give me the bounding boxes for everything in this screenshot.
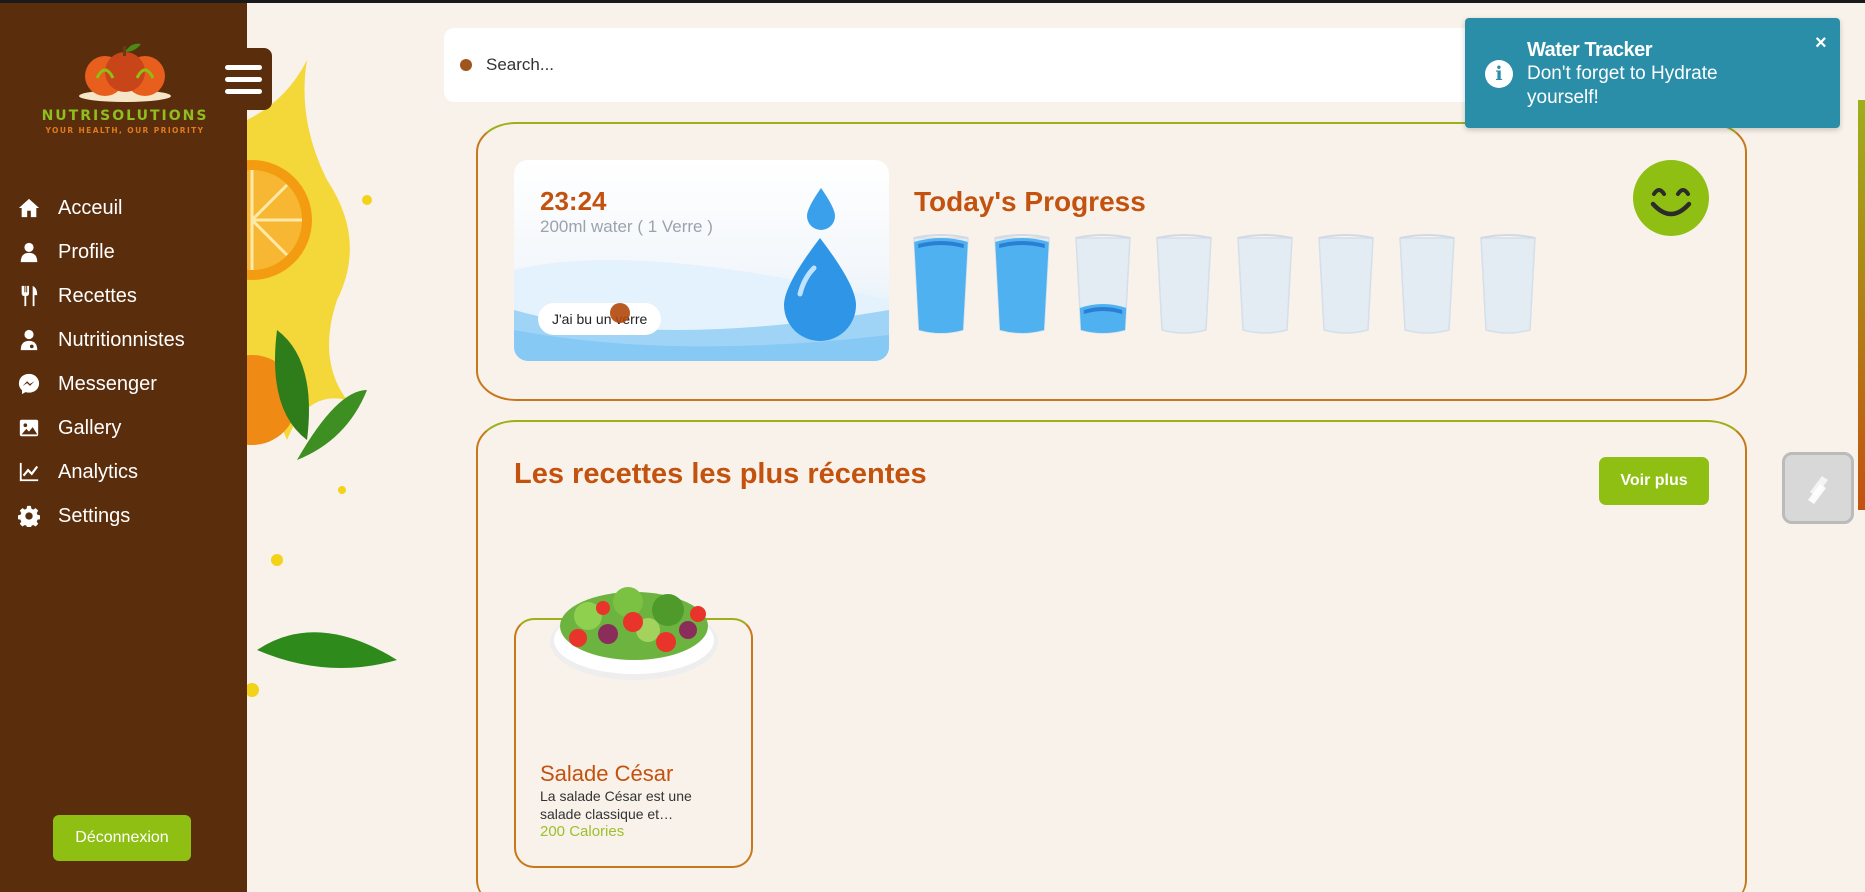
brand-name: NUTRISOLUTIONS xyxy=(41,108,209,124)
hamburger-bar xyxy=(224,88,262,94)
sidebar-nav: Acceuil Profile Recettes Nutritionnistes… xyxy=(18,186,185,538)
sidebar: NUTRISOLUTIONS YOUR HEALTH, OUR PRIORITY… xyxy=(0,0,247,892)
top-border xyxy=(0,0,1865,3)
water-glass xyxy=(1479,232,1537,336)
recipe-title[interactable]: Salade César xyxy=(540,761,673,787)
see-more-button[interactable]: Voir plus xyxy=(1599,457,1709,505)
water-glass xyxy=(1398,232,1456,336)
orange-splash-decoration xyxy=(247,60,397,697)
sidebar-item-messenger[interactable]: Messenger xyxy=(18,362,185,406)
sidebar-item-label: Acceuil xyxy=(58,196,123,219)
smiley-face-icon xyxy=(1633,160,1709,236)
sidebar-item-settings[interactable]: Settings xyxy=(18,494,185,538)
hamburger-bar xyxy=(224,64,262,70)
image-icon xyxy=(18,417,40,439)
water-glass xyxy=(1317,232,1375,336)
home-icon xyxy=(18,197,40,219)
user-icon xyxy=(18,241,40,263)
messenger-icon xyxy=(18,373,40,395)
sidebar-item-acceuil[interactable]: Acceuil xyxy=(18,186,185,230)
doctor-icon xyxy=(18,329,40,351)
sidebar-item-nutritionnistes[interactable]: Nutritionnistes xyxy=(18,318,185,362)
toast-title: Water Tracker xyxy=(1527,39,1653,61)
sidebar-item-recettes[interactable]: Recettes xyxy=(18,274,185,318)
cursor-dot xyxy=(610,303,630,323)
logout-button[interactable]: Déconnexion xyxy=(53,815,191,861)
sidebar-item-label: Gallery xyxy=(58,416,122,439)
utensils-icon xyxy=(18,285,40,307)
search-bar[interactable]: Search... xyxy=(444,28,1544,102)
progress-title: Today's Progress xyxy=(914,186,1146,217)
sidebar-item-label: Settings xyxy=(58,504,131,527)
sidebar-item-analytics[interactable]: Analytics xyxy=(18,450,185,494)
water-glass xyxy=(1236,232,1294,336)
water-glass xyxy=(1155,232,1213,336)
sidebar-item-label: Profile xyxy=(58,240,115,263)
water-glass xyxy=(993,232,1051,336)
brand-logo[interactable]: NUTRISOLUTIONS YOUR HEALTH, OUR PRIORITY xyxy=(30,38,220,148)
sidebar-item-label: Nutritionnistes xyxy=(58,328,185,351)
close-icon[interactable]: × xyxy=(1815,32,1827,55)
toast-message: Don't forget to Hydrate yourself! xyxy=(1527,63,1718,108)
water-glass xyxy=(912,232,970,336)
sidebar-item-gallery[interactable]: Gallery xyxy=(18,406,185,450)
water-tracker-toast: i Water Tracker Don't forget to Hydrate … xyxy=(1465,18,1840,128)
search-icon xyxy=(460,59,472,71)
water-amount: 200ml water ( 1 Verre ) xyxy=(540,217,713,236)
menu-toggle-button[interactable] xyxy=(212,48,272,110)
floating-widget-button[interactable] xyxy=(1782,452,1854,524)
recipe-description: La salade César est une salade classique… xyxy=(540,788,692,822)
scrollbar[interactable] xyxy=(1858,100,1865,510)
sidebar-item-label: Recettes xyxy=(58,284,137,307)
recipe-calories: 200 Calories xyxy=(540,823,625,840)
chart-line-icon xyxy=(18,461,40,483)
hamburger-bar xyxy=(224,76,262,82)
water-glasses xyxy=(912,232,1537,336)
sidebar-item-label: Analytics xyxy=(58,460,139,483)
water-time: 23:24 xyxy=(540,186,607,216)
link-icon xyxy=(1808,476,1828,504)
salad-image xyxy=(550,587,718,680)
sidebar-item-label: Messenger xyxy=(58,372,157,395)
brand-tagline: YOUR HEALTH, OUR PRIORITY xyxy=(45,126,205,135)
drink-glass-button[interactable]: J'ai bu un verre xyxy=(538,303,662,335)
logo-fruit-icon xyxy=(79,43,171,102)
search-input[interactable]: Search... xyxy=(486,55,554,75)
sidebar-item-profile[interactable]: Profile xyxy=(18,230,185,274)
recipes-title: Les recettes les plus récentes xyxy=(514,458,927,490)
gear-icon xyxy=(18,505,40,527)
water-glass xyxy=(1074,232,1132,336)
water-card: 23:24 200ml water ( 1 Verre ) J'ai bu un… xyxy=(514,160,889,361)
info-icon: i xyxy=(1485,60,1513,88)
